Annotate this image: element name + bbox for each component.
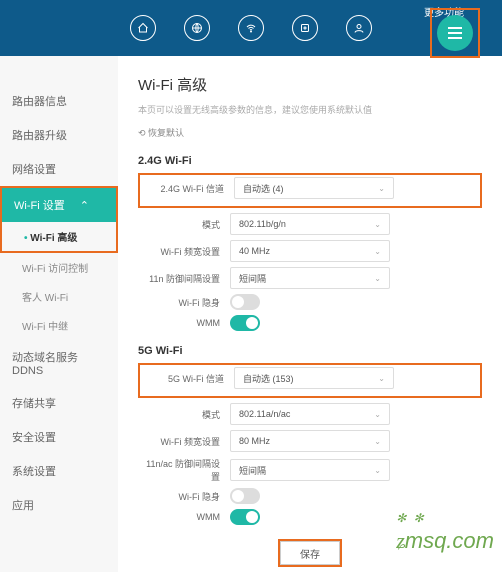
sidebar-item-app[interactable]: 应用 — [0, 488, 118, 522]
label-channel-5g: 5G Wi-Fi 信道 — [142, 372, 234, 385]
sidebar-item-router-upgrade[interactable]: 路由器升级 — [0, 118, 118, 152]
save-button[interactable]: 保存 — [280, 541, 340, 565]
label-guard-5g: 11n/ac 防御间隔设置 — [138, 457, 230, 483]
select-guard-5g[interactable]: 短间隔⌄ — [230, 459, 390, 481]
select-channel-5g[interactable]: 自动选 (153)⌄ — [234, 367, 394, 389]
globe-icon[interactable] — [184, 15, 210, 41]
hamburger-menu-button[interactable] — [437, 15, 473, 51]
select-channel-24g[interactable]: 自动选 (4)⌄ — [234, 177, 394, 199]
toggle-wmm-24g[interactable] — [230, 315, 260, 331]
chevron-down-icon: ⌄ — [374, 220, 381, 229]
select-bw-24g[interactable]: 40 MHz⌄ — [230, 240, 390, 262]
label-bw-5g: Wi-Fi 频宽设置 — [138, 435, 230, 448]
toggle-hidden-5g[interactable] — [230, 488, 260, 504]
sidebar-sub-wifi-repeater[interactable]: Wi-Fi 中继 — [0, 311, 118, 340]
chevron-down-icon: ⌄ — [374, 466, 381, 475]
select-mode-24g[interactable]: 802.11b/g/n⌄ — [230, 213, 390, 235]
select-guard-24g[interactable]: 短间隔⌄ — [230, 267, 390, 289]
highlight-channel-24g: 2.4G Wi-Fi 信道 自动选 (4)⌄ — [138, 173, 482, 208]
section-title-24g: 2.4G Wi-Fi — [138, 155, 482, 167]
content-panel: Wi-Fi 高级 本页可以设置无线高级参数的信息，建议您使用系统默认值 恢复默认… — [118, 56, 502, 572]
user-icon[interactable] — [346, 15, 372, 41]
sidebar-sub-wifi-access[interactable]: Wi-Fi 访问控制 — [0, 253, 118, 282]
highlight-hamburger — [430, 8, 480, 58]
label-hidden-24g: Wi-Fi 隐身 — [138, 296, 230, 309]
sidebar-item-storage[interactable]: 存储共享 — [0, 386, 118, 420]
reset-link[interactable]: 恢复默认 — [138, 126, 482, 139]
page-desc: 本页可以设置无线高级参数的信息，建议您使用系统默认值 — [138, 103, 482, 116]
sidebar-item-network[interactable]: 网络设置 — [0, 152, 118, 186]
chevron-down-icon: ⌄ — [378, 374, 385, 383]
sidebar-item-wifi-settings[interactable]: Wi-Fi 设置 ⌃ — [2, 188, 116, 222]
sidebar-item-system[interactable]: 系统设置 — [0, 454, 118, 488]
section-24g: 2.4G Wi-Fi 2.4G Wi-Fi 信道 自动选 (4)⌄ 模式802.… — [138, 155, 482, 331]
section-title-5g: 5G Wi-Fi — [138, 345, 482, 357]
label-mode-5g: 模式 — [138, 408, 230, 421]
chevron-down-icon: ⌄ — [374, 410, 381, 419]
sidebar: 路由器信息 路由器升级 网络设置 Wi-Fi 设置 ⌃ Wi-Fi 高级 Wi-… — [0, 56, 118, 572]
wifi-icon[interactable] — [238, 15, 264, 41]
chevron-down-icon: ⌄ — [374, 247, 381, 256]
home-icon[interactable] — [130, 15, 156, 41]
label-guard-24g: 11n 防御间隔设置 — [138, 272, 230, 285]
label-bw-24g: Wi-Fi 频宽设置 — [138, 245, 230, 258]
sidebar-item-router-info[interactable]: 路由器信息 — [0, 84, 118, 118]
highlight-wifi-section: Wi-Fi 设置 ⌃ Wi-Fi 高级 — [0, 186, 118, 253]
chevron-down-icon: ⌄ — [378, 184, 385, 193]
sidebar-item-label: Wi-Fi 设置 — [14, 197, 65, 213]
chevron-up-icon: ⌃ — [80, 199, 89, 212]
select-bw-5g[interactable]: 80 MHz⌄ — [230, 430, 390, 452]
label-channel-24g: 2.4G Wi-Fi 信道 — [142, 182, 234, 195]
top-nav: 更多功能 — [0, 0, 502, 56]
chevron-down-icon: ⌄ — [374, 274, 381, 283]
label-mode-24g: 模式 — [138, 218, 230, 231]
label-wmm-24g: WMM — [138, 318, 230, 328]
sidebar-item-security[interactable]: 安全设置 — [0, 420, 118, 454]
page-title: Wi-Fi 高级 — [138, 74, 482, 95]
select-mode-5g[interactable]: 802.11a/n/ac⌄ — [230, 403, 390, 425]
toggle-hidden-24g[interactable] — [230, 294, 260, 310]
label-hidden-5g: Wi-Fi 隐身 — [138, 490, 230, 503]
sidebar-sub-guest-wifi[interactable]: 客人 Wi-Fi — [0, 282, 118, 311]
toggle-wmm-5g[interactable] — [230, 509, 260, 525]
section-5g: 5G Wi-Fi 5G Wi-Fi 信道 自动选 (153)⌄ 模式802.11… — [138, 345, 482, 525]
highlight-channel-5g: 5G Wi-Fi 信道 自动选 (153)⌄ — [138, 363, 482, 398]
chevron-down-icon: ⌄ — [374, 437, 381, 446]
label-wmm-5g: WMM — [138, 512, 230, 522]
devices-icon[interactable] — [292, 15, 318, 41]
sidebar-sub-wifi-advanced[interactable]: Wi-Fi 高级 — [2, 222, 116, 251]
highlight-save: 保存 — [278, 539, 342, 567]
sidebar-item-ddns[interactable]: 动态域名服务 DDNS — [0, 340, 118, 386]
